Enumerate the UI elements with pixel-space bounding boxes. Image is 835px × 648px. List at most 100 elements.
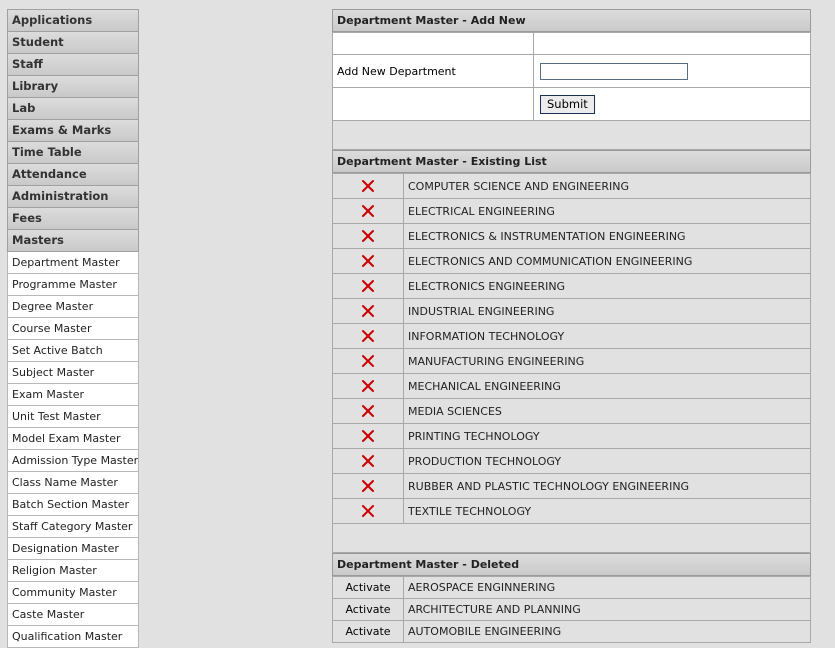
sidebar-section-lab[interactable]: Lab [7,98,139,120]
delete-x-icon[interactable] [361,279,375,293]
sidebar-section-applications[interactable]: Applications [7,9,139,32]
deleted-department-name: AEROSPACE ENGINNERING [403,576,811,599]
sidebar-item-degree-master[interactable]: Degree Master [7,296,139,318]
sidebar-item-designation-master[interactable]: Designation Master [7,538,139,560]
department-name: PRINTING TECHNOLOGY [403,423,811,449]
table-row: TEXTILE TECHNOLOGY [332,498,811,524]
department-name: ELECTRONICS & INSTRUMENTATION ENGINEERIN… [403,223,811,249]
delete-x-icon[interactable] [361,504,375,518]
main-panel: Department Master - Add New Add New Depa… [332,9,811,643]
sidebar-section-time-table[interactable]: Time Table [7,142,139,164]
activate-link[interactable]: Activate [332,576,404,599]
submit-button[interactable]: Submit [540,94,595,114]
delete-cell [332,348,404,374]
table-row: MANUFACTURING ENGINEERING [332,348,811,374]
sidebar-item-religion-master[interactable]: Religion Master [7,560,139,582]
delete-cell [332,473,404,499]
sidebar-section-masters[interactable]: Masters [7,230,139,252]
delete-x-icon[interactable] [361,254,375,268]
add-new-form: Add New Department Submit [332,32,811,121]
sidebar-item-batch-section-master[interactable]: Batch Section Master [7,494,139,516]
delete-x-icon[interactable] [361,229,375,243]
delete-x-icon[interactable] [361,304,375,318]
delete-x-icon[interactable] [361,179,375,193]
sidebar-item-class-name-master[interactable]: Class Name Master [7,472,139,494]
department-name-input[interactable] [540,62,688,80]
delete-x-icon[interactable] [361,454,375,468]
delete-cell [332,373,404,399]
table-row: Activate AUTOMOBILE ENGINEERING [332,620,811,643]
delete-cell [332,323,404,349]
delete-x-icon[interactable] [361,354,375,368]
department-name: COMPUTER SCIENCE AND ENGINEERING [403,173,811,199]
delete-cell [332,173,404,199]
sidebar-item-unit-test-master[interactable]: Unit Test Master [7,406,139,428]
sidebar-section-attendance[interactable]: Attendance [7,164,139,186]
deleted-department-name: ARCHITECTURE AND PLANNING [403,598,811,621]
form-spacer [332,121,811,150]
delete-cell [332,273,404,299]
department-name: MECHANICAL ENGINEERING [403,373,811,399]
delete-cell [332,498,404,524]
add-department-label: Add New Department [332,54,534,88]
sidebar-item-caste-master[interactable]: Caste Master [7,604,139,626]
table-row: PRODUCTION TECHNOLOGY [332,448,811,474]
existing-department-table: COMPUTER SCIENCE AND ENGINEERING ELECTRIC… [332,173,811,524]
deleted-list-header: Department Master - Deleted [332,553,811,576]
department-name: ELECTRONICS AND COMMUNICATION ENGINEERIN… [403,248,811,274]
activate-link[interactable]: Activate [332,598,404,621]
department-name: TEXTILE TECHNOLOGY [403,498,811,524]
delete-cell [332,248,404,274]
activate-link[interactable]: Activate [332,620,404,643]
table-row: RUBBER AND PLASTIC TECHNOLOGY ENGINEERIN… [332,473,811,499]
department-name: MEDIA SCIENCES [403,398,811,424]
department-name: MANUFACTURING ENGINEERING [403,348,811,374]
delete-x-icon[interactable] [361,329,375,343]
table-row: ELECTRONICS ENGINEERING [332,273,811,299]
table-row: COMPUTER SCIENCE AND ENGINEERING [332,173,811,199]
sidebar-section-student[interactable]: Student [7,32,139,54]
table-row: ELECTRICAL ENGINEERING [332,198,811,224]
sidebar-item-set-active-batch[interactable]: Set Active Batch [7,340,139,362]
delete-x-icon[interactable] [361,204,375,218]
table-row: MECHANICAL ENGINEERING [332,373,811,399]
sidebar-section-library[interactable]: Library [7,76,139,98]
sidebar-item-admission-type-master[interactable]: Admission Type Master [7,450,139,472]
table-row: MEDIA SCIENCES [332,398,811,424]
delete-x-icon[interactable] [361,429,375,443]
sidebar-section-fees[interactable]: Fees [7,208,139,230]
delete-x-icon[interactable] [361,379,375,393]
delete-cell [332,423,404,449]
table-row: PRINTING TECHNOLOGY [332,423,811,449]
delete-x-icon[interactable] [361,479,375,493]
sidebar-item-course-master[interactable]: Course Master [7,318,139,340]
sidebar-item-department-master[interactable]: Department Master [7,252,139,274]
sidebar-item-model-exam-master[interactable]: Model Exam Master [7,428,139,450]
sidebar-item-subject-master[interactable]: Subject Master [7,362,139,384]
department-name: PRODUCTION TECHNOLOGY [403,448,811,474]
table-row: Activate AEROSPACE ENGINNERING [332,576,811,599]
department-name: INFORMATION TECHNOLOGY [403,323,811,349]
sidebar-item-programme-master[interactable]: Programme Master [7,274,139,296]
table-row: ELECTRONICS & INSTRUMENTATION ENGINEERIN… [332,223,811,249]
delete-cell [332,448,404,474]
sidebar-menu: Applications Student Staff Library Lab Exams … [7,9,139,648]
table-row: Activate ARCHITECTURE AND PLANNING [332,598,811,621]
table-row: ELECTRONICS AND COMMUNICATION ENGINEERIN… [332,248,811,274]
delete-cell [332,198,404,224]
list-spacer [332,524,811,553]
deleted-department-name: AUTOMOBILE ENGINEERING [403,620,811,643]
sidebar-item-exam-master[interactable]: Exam Master [7,384,139,406]
delete-x-icon[interactable] [361,404,375,418]
sidebar-item-qualification-master[interactable]: Qualification Master [7,626,139,648]
sidebar-section-staff[interactable]: Staff [7,54,139,76]
sidebar-section-exams-marks[interactable]: Exams & Marks [7,120,139,142]
deleted-department-table: Activate AEROSPACE ENGINNERING Activate ARC… [332,576,811,643]
table-row: INFORMATION TECHNOLOGY [332,323,811,349]
table-row: INDUSTRIAL ENGINEERING [332,298,811,324]
sidebar-item-staff-category-master[interactable]: Staff Category Master [7,516,139,538]
sidebar-item-community-master[interactable]: Community Master [7,582,139,604]
delete-cell [332,223,404,249]
existing-list-header: Department Master - Existing List [332,150,811,173]
sidebar-section-administration[interactable]: Administration [7,186,139,208]
